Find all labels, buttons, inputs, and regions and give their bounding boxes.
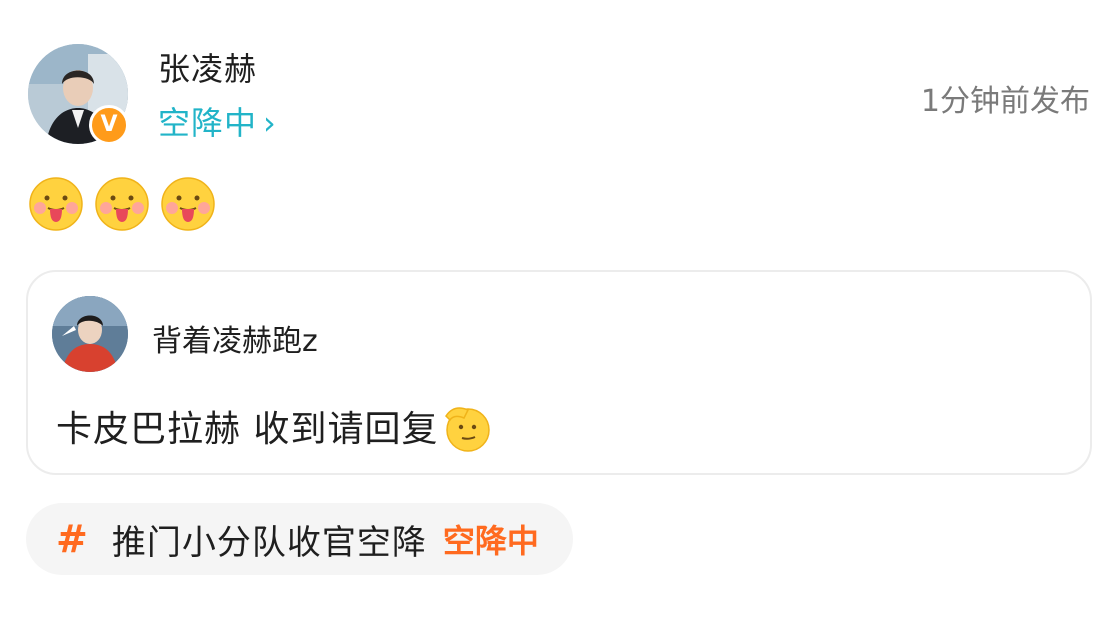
- topic-tag[interactable]: # 推门小分队收官空降 空降中: [26, 503, 573, 575]
- tongue-out-emoji-icon: [95, 177, 149, 231]
- salute-emoji-icon: [445, 407, 491, 452]
- quote-user-avatar[interactable]: [52, 296, 128, 372]
- hashtag-icon: #: [56, 517, 88, 561]
- quote-text: 卡皮巴拉赫 收到请回复: [56, 400, 492, 452]
- quote-text-content: 卡皮巴拉赫 收到请回复: [56, 409, 439, 450]
- topic-title: 推门小分队收官空降: [111, 522, 427, 563]
- quoted-post-card[interactable]: 背着凌赫跑z 卡皮巴拉赫 收到请回复: [26, 270, 1092, 475]
- quote-username[interactable]: 背着凌赫跑z: [152, 316, 318, 360]
- topic-status-badge: 空降中: [442, 522, 539, 560]
- chevron-right-icon: ›: [263, 104, 277, 142]
- status-link[interactable]: 空降中 ›: [158, 98, 277, 144]
- tongue-out-emoji-icon: [29, 177, 83, 231]
- post-container: V 张凌赫 空降中 › 1分钟前发布 背着凌赫跑z 卡皮巴拉赫 收到请回复 # …: [0, 0, 1120, 630]
- author-name[interactable]: 张凌赫: [158, 44, 257, 90]
- tongue-out-emoji-icon: [161, 177, 215, 231]
- post-timestamp: 1分钟前发布: [920, 84, 1090, 119]
- verified-v-icon: V: [89, 105, 129, 145]
- status-label: 空降中: [158, 104, 258, 142]
- emoji-row: [28, 176, 216, 232]
